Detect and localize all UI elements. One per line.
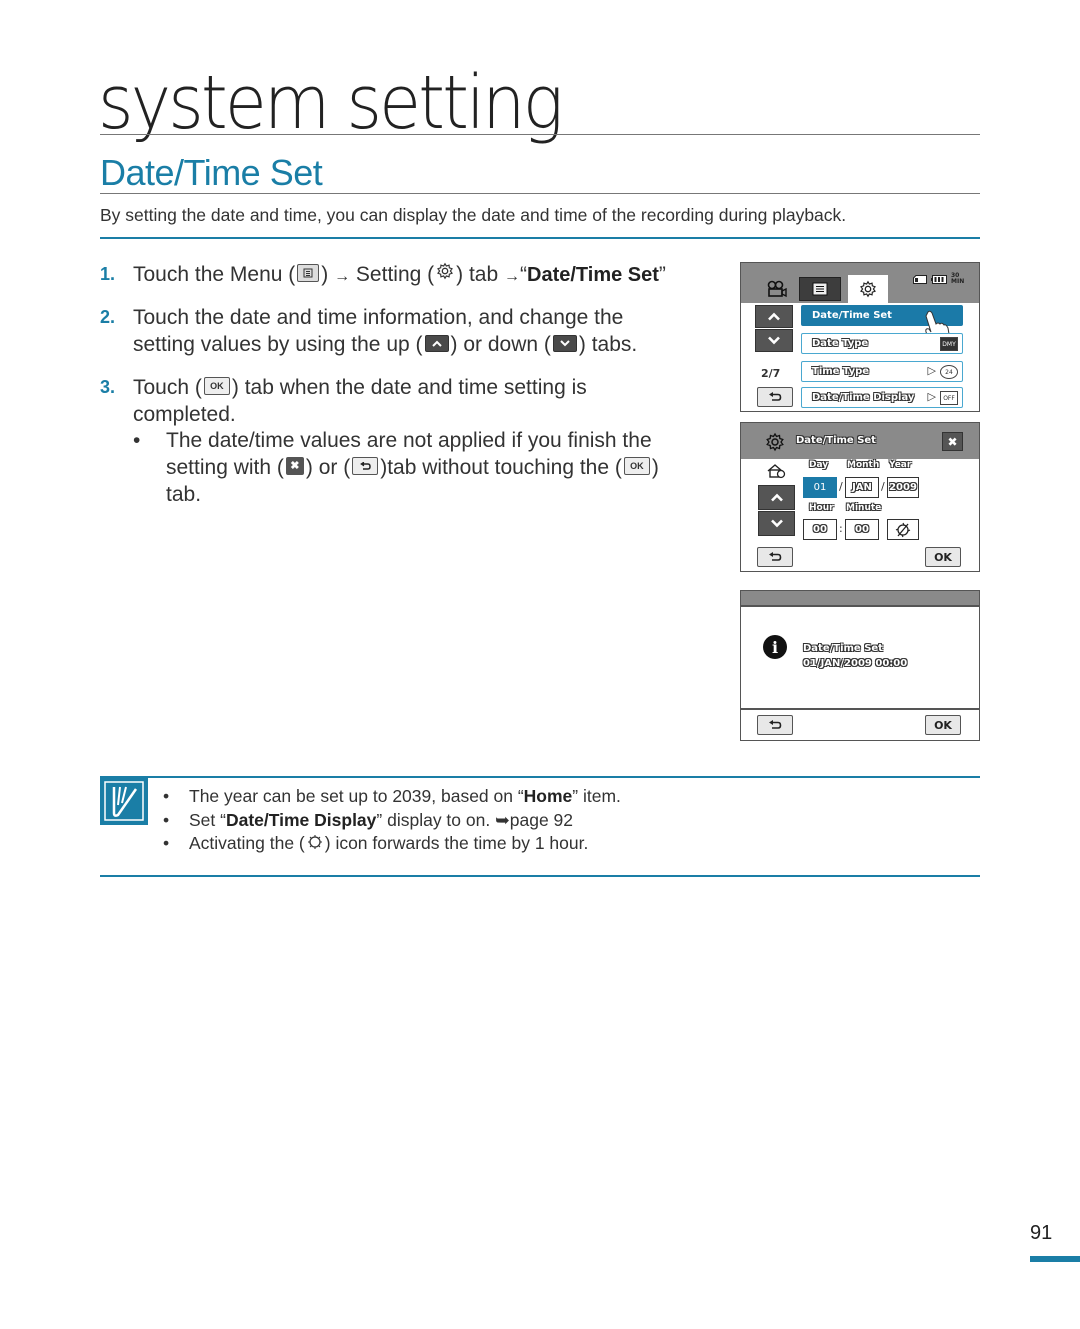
lcd-date-time-editor: Date/Time Set ✖ Day Month Year 01 / JAN … [740,422,980,572]
chevron-up-icon [770,493,783,502]
chapter-rule [100,134,980,135]
menu-icon [297,264,320,283]
daylight-saving-toggle[interactable] [887,519,919,540]
ok-button[interactable]: OK [925,715,961,735]
minute-label: Minute [846,503,882,513]
menu-item-time-type[interactable]: Time Type ▷ 24 [801,361,963,382]
chapter-title: system setting [98,60,564,146]
back-tab-icon [352,457,379,476]
year-label: Year [889,460,912,470]
close-button[interactable]: ✖ [942,432,963,451]
note-bottom-rule [100,875,980,877]
step-3: 3. Touch (OK) tab when the date and time… [100,376,659,506]
year-field[interactable]: 2009 [887,477,919,498]
down-button[interactable] [758,511,795,536]
dialog-title: Date/Time Set [796,435,876,446]
day-label: Day [809,460,829,470]
status-indicators: 30 MIN [913,272,965,285]
home-clock-icon [767,464,786,479]
intro-text: By setting the date and time, you can di… [100,205,847,225]
hour-label: Hour [809,503,834,513]
gear-icon [766,432,784,452]
remaining-time: 30 MIN [951,272,965,285]
time-type-icon: 24 [940,365,958,379]
page-number: 91 [1030,1222,1053,1244]
daylight-saving-icon [895,522,911,537]
menu-item-date-type[interactable]: Date Type DMY [801,333,963,354]
down-tab-icon [552,334,577,352]
lcd-settings-menu: 30 MIN 2/7 Date/Time Set Date Type DMY T… [740,262,980,412]
step-2: 2. Touch the date and time information, … [100,306,638,356]
lcd-title-bar [741,591,979,607]
menu-icon [812,282,828,296]
month-label: Month [847,460,880,470]
battery-icon [931,274,947,284]
tab-setting[interactable] [848,275,888,303]
step-number: 3. [100,377,116,397]
gear-icon [860,280,876,298]
menu-item-name: Date/Time Set [527,264,659,286]
lcd-confirmation: i Date/Time Set 01/JAN/2009 00:00 OK [740,590,980,741]
back-button[interactable] [757,547,793,567]
close-tab-icon: ✖ [285,457,304,476]
chevron-down-icon [770,519,783,528]
menu-item-date-time-set[interactable]: Date/Time Set [801,305,963,349]
hour-field[interactable]: 00 [803,519,837,540]
up-button[interactable] [755,305,793,328]
day-field[interactable]: 01 [803,477,837,498]
page-indicator: 2/7 [761,367,781,380]
back-icon [769,720,782,729]
ok-tab-icon: OK [623,457,650,476]
date-display-off-icon: OFF [940,391,958,405]
intro-rule [100,237,980,239]
arrow-right-icon: ▷ [927,364,936,377]
arrow-icon: → [504,268,520,285]
month-field[interactable]: JAN [845,477,879,498]
camera-icon [767,280,787,298]
memory-card-icon [913,274,927,284]
date-type-icon: DMY [940,337,958,351]
back-button[interactable] [757,715,793,735]
chevron-down-icon [768,336,780,345]
ok-tab-icon: OK [203,377,230,396]
ok-button[interactable]: OK [925,547,961,567]
daylight-saving-icon [307,835,322,850]
minute-field[interactable]: 00 [845,519,879,540]
gear-icon [436,260,454,287]
up-button[interactable] [758,485,795,510]
step-1: 1. Touch the Menu () → Setting () tab →“… [100,261,720,291]
section-title: Date/Time Set [100,152,323,193]
step-number: 2. [100,307,116,327]
arrow-icon: → [334,268,351,285]
step-number: 1. [100,264,116,284]
confirmation-datetime: 01/JAN/2009 00:00 [803,658,908,669]
up-tab-icon [424,334,449,352]
confirmation-title: Date/Time Set [803,643,883,654]
down-button[interactable] [755,329,793,352]
section-rule [100,193,980,194]
note-top-rule [100,776,980,778]
chevron-up-icon [768,312,780,321]
info-icon: i [763,635,787,659]
tab-menu[interactable] [799,277,841,301]
page-number-bar [1030,1256,1080,1262]
back-icon [769,392,782,401]
back-icon [769,552,782,561]
menu-item-date-time-display[interactable]: Date/Time Display ▷ OFF [801,387,963,408]
tab-camera[interactable] [756,275,796,303]
arrow-right-icon: ▷ [927,390,936,403]
note-pencil-icon [100,777,148,825]
back-button[interactable] [757,387,793,407]
